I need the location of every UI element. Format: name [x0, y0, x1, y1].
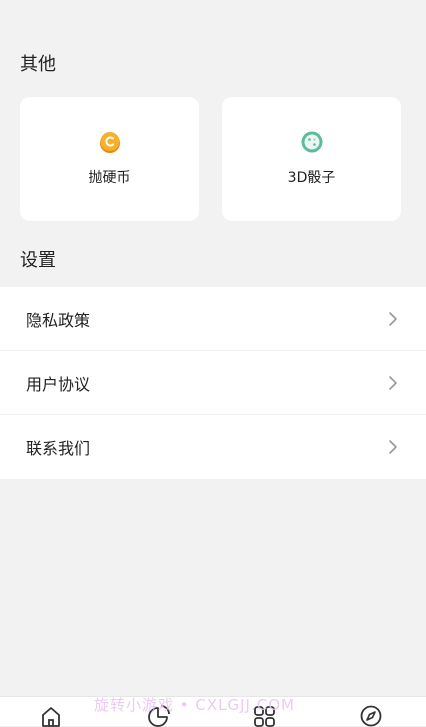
- settings-list: 隐私政策 用户协议 联系我们: [0, 287, 426, 479]
- chevron-right-icon: [389, 440, 397, 454]
- coin-icon: [99, 132, 120, 153]
- watermark-text: 旋转小游戏 • CXLGJJ.COM: [94, 696, 295, 714]
- card-coin-label: 抛硬币: [88, 170, 131, 186]
- settings-item-contact-us[interactable]: 联系我们: [0, 415, 426, 479]
- settings-item-privacy-policy[interactable]: 隐私政策: [0, 287, 426, 351]
- chevron-right-icon: [389, 375, 397, 390]
- chevron-right-icon: [389, 311, 397, 326]
- settings-item-label: 隐私政策: [26, 310, 91, 330]
- home-icon[interactable]: [39, 705, 63, 727]
- dice-icon: [301, 131, 322, 153]
- section-title-settings: 设置: [20, 250, 56, 271]
- card-3d-dice[interactable]: 3D骰子: [222, 97, 401, 221]
- compass-icon[interactable]: [359, 705, 383, 727]
- settings-item-label: 联系我们: [26, 439, 91, 458]
- settings-item-label: 用户协议: [26, 374, 91, 394]
- card-coin-toss[interactable]: 抛硬币: [20, 97, 199, 221]
- section-title-other: 其他: [20, 54, 56, 75]
- card-dice-label: 3D骰子: [287, 170, 336, 186]
- settings-item-user-agreement[interactable]: 用户协议: [0, 351, 426, 415]
